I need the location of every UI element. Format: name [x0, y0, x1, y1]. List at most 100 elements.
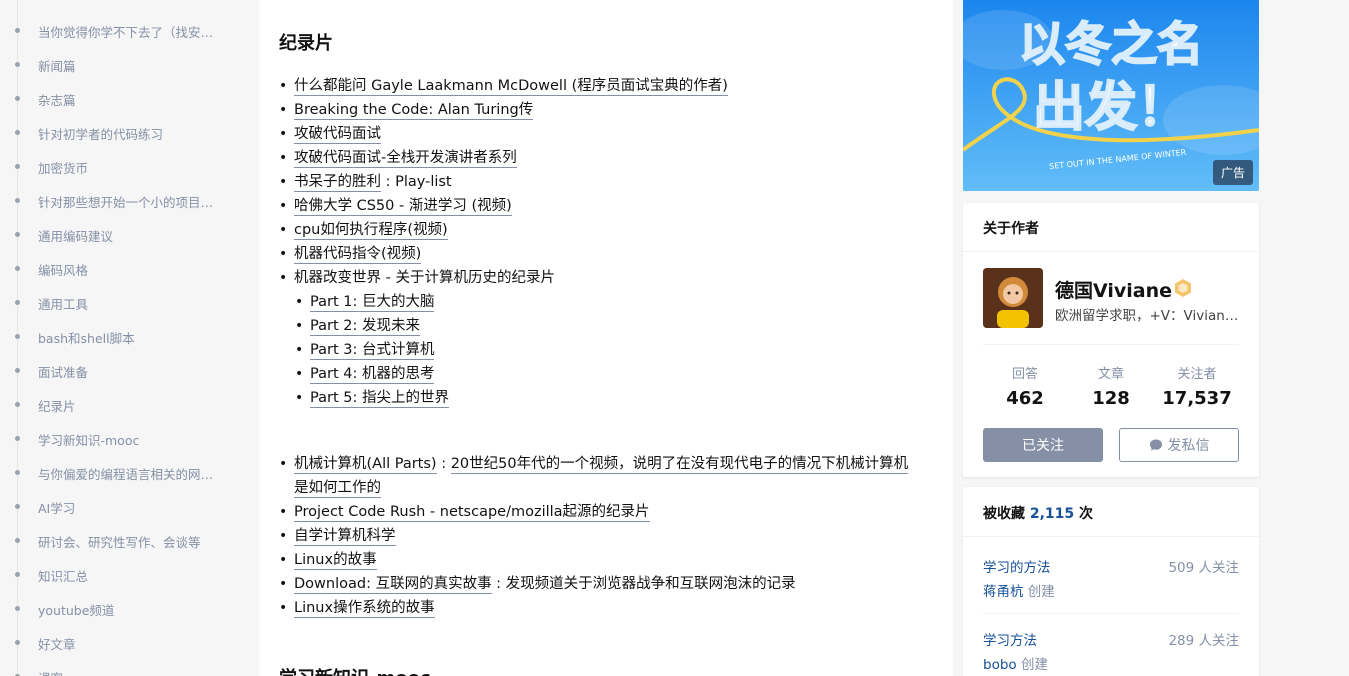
list-item: • Breaking the Code: Alan Turing传 — [279, 102, 534, 120]
avatar[interactable] — [983, 268, 1043, 328]
catalog-item[interactable]: 通用编码建议 — [0, 218, 258, 252]
catalog-item-label: 针对初学者的代码练习 — [38, 126, 164, 142]
list-item: • 哈佛大学 CS50 - 渐进学习 (视频) — [279, 198, 512, 216]
catalog-item-label: 新闻篇 — [38, 58, 76, 74]
catalog-dot-icon — [15, 130, 20, 135]
list-item-link[interactable]: cpu如何执行程序(视频) — [294, 222, 448, 240]
list-item: • 机器代码指令(视频) — [279, 246, 422, 264]
catalog-item[interactable]: 知识汇总 — [0, 558, 258, 592]
catalog-item[interactable]: 纪录片 — [0, 388, 258, 422]
list-item-link[interactable]: Part 1: 巨大的大脑 — [310, 294, 435, 312]
list-item: • cpu如何执行程序(视频) — [279, 222, 448, 240]
divider — [983, 344, 1239, 345]
list-item-link[interactable]: Download: 互联网的真实故事 — [294, 576, 492, 594]
catalog-item[interactable]: bash和shell脚本 — [0, 320, 258, 354]
catalog-dot-icon — [15, 368, 20, 373]
list-item-link[interactable]: 20世纪50年代的一个视频，说明了在没有现代电子的情况下机械计算机 — [450, 456, 909, 474]
list-item-link[interactable]: Project Code Rush - netscape/mozilla起源的纪… — [294, 504, 650, 522]
list-item-link[interactable]: Part 3: 台式计算机 — [310, 342, 435, 360]
advertisement-banner[interactable]: 以冬之名 出发！ SET OUT IN THE NAME OF WINTER 广… — [963, 0, 1259, 191]
catalog-dot-icon — [15, 266, 20, 271]
author-card: 关于作者 德国Viviane 欧洲留学求职，+V：Viviane... 回答 46… — [963, 203, 1259, 477]
catalog-item[interactable]: 通用工具 — [0, 286, 258, 320]
divider — [963, 251, 1259, 252]
list-item: • Project Code Rush - netscape/mozilla起源的… — [279, 504, 650, 522]
catalog-dot-icon — [15, 572, 20, 577]
catalog-dot-icon — [15, 402, 20, 407]
collection-name[interactable]: 学习的方法 — [983, 556, 1051, 576]
list-item-link[interactable]: Breaking the Code: Alan Turing传 — [294, 102, 534, 120]
send-message-label: 发私信 — [1167, 438, 1210, 454]
list-item-link[interactable]: 攻破代码面试 — [294, 126, 381, 144]
ad-headline-2: 出发！ — [1033, 78, 1189, 138]
catalog-item-label: bash和shell脚本 — [38, 330, 135, 346]
list-item-link[interactable]: Part 2: 发现未来 — [310, 318, 420, 336]
stat-value: 128 — [1092, 388, 1130, 409]
followed-button[interactable]: 已关注 — [983, 428, 1103, 462]
catalog-item[interactable]: youtube频道 — [0, 592, 258, 626]
catalog-item[interactable]: AI学习 — [0, 490, 258, 524]
catalog-item-label: AI学习 — [38, 500, 76, 516]
catalog-dot-icon — [15, 164, 20, 169]
author-stat[interactable]: 关注者 17,537 — [1157, 363, 1237, 409]
list-item: • 自学计算机科学 — [279, 528, 396, 546]
stat-label: 文章 — [1097, 367, 1124, 382]
divider — [983, 613, 1239, 614]
catalog-item-label: 加密货币 — [38, 160, 89, 176]
list-item: • 攻破代码面试 — [279, 126, 381, 144]
catalog-item-label: 学习新知识-mooc — [38, 432, 140, 448]
list-item-text: 机器改变世界 - 关于计算机历史的纪录片 — [294, 270, 555, 286]
collection-followers: 509 人关注 — [1168, 560, 1239, 576]
catalog-item[interactable]: 新闻篇 — [0, 48, 258, 82]
send-message-button[interactable]: 发私信 — [1119, 428, 1239, 462]
list-item: • Download: 互联网的真实故事 : 发现频道关于浏览器战争和互联网泡沫的… — [279, 576, 796, 594]
list-item-link[interactable]: 机器代码指令(视频) — [294, 246, 422, 264]
catalog-item-label: 面试准备 — [38, 364, 89, 380]
catalog-item-label: 当你觉得你学不下去了（找安慰... — [38, 24, 222, 40]
collection-name[interactable]: 学习方法 — [983, 629, 1037, 649]
collection-creator: 蒋甬杭 创建 — [983, 584, 1055, 600]
catalog-item[interactable]: 与你偏爱的编程语言相关的网站... — [0, 456, 258, 490]
list-item-link[interactable]: 自学计算机科学 — [294, 528, 396, 546]
catalog-item[interactable]: 编码风格 — [0, 252, 258, 286]
author-stat[interactable]: 文章 128 — [1071, 363, 1151, 409]
list-item-link[interactable]: 什么都能问 Gayle Laakmann McDowell (程序员面试宝典的作… — [294, 78, 728, 96]
article-content: 纪录片 • 什么都能问 Gayle Laakmann McDowell (程序员面… — [259, 0, 953, 676]
ad-headline-1: 以冬之名 — [1019, 17, 1203, 71]
catalog-item-label: 针对那些想开始一个小的项目但... — [38, 194, 222, 210]
catalog-item-label: 好文章 — [38, 636, 76, 652]
catalog-item-label: youtube频道 — [38, 602, 115, 618]
catalog-item[interactable]: 针对初学者的代码练习 — [0, 116, 258, 150]
list-item: • Linux操作系统的故事 — [279, 600, 435, 618]
catalog-item-label: 编码风格 — [38, 262, 89, 278]
catalog-item[interactable]: 课客 — [0, 660, 258, 676]
list-item: • 什么都能问 Gayle Laakmann McDowell (程序员面试宝典的… — [279, 78, 728, 96]
list-item-link[interactable]: Part 4: 机器的思考 — [310, 366, 435, 384]
creator-name[interactable]: bobo — [983, 657, 1017, 673]
author-name[interactable]: 德国Viviane — [1055, 276, 1172, 303]
catalog-item[interactable]: 针对那些想开始一个小的项目但... — [0, 184, 258, 218]
catalog-item[interactable]: 杂志篇 — [0, 82, 258, 116]
message-icon — [1149, 439, 1162, 451]
list-item-link[interactable]: Linux的故事 — [294, 552, 377, 570]
list-item-link[interactable]: Part 5: 指尖上的世界 — [310, 390, 449, 408]
list-item-link[interactable]: 攻破代码面试-全栈开发演讲者系列 — [294, 150, 517, 168]
catalog-item[interactable]: 面试准备 — [0, 354, 258, 388]
catalog-item[interactable]: 学习新知识-mooc — [0, 422, 258, 456]
catalog-item-label: 与你偏爱的编程语言相关的网站... — [38, 466, 222, 482]
catalog-item[interactable]: 加密货币 — [0, 150, 258, 184]
list-item-link[interactable]: Linux操作系统的故事 — [294, 600, 435, 618]
list-item-link[interactable]: 是如何工作的 — [294, 480, 381, 498]
list-item-link[interactable]: 哈佛大学 CS50 - 渐进学习 (视频) — [294, 198, 512, 216]
list-item-link[interactable]: 书呆子的胜利 — [294, 174, 381, 192]
list-item: • 机器改变世界 - 关于计算机历史的纪录片 — [279, 270, 555, 286]
catalog-item[interactable]: 好文章 — [0, 626, 258, 660]
catalog-item[interactable]: 研讨会、研究性写作、会谈等 — [0, 524, 258, 558]
avatar-image — [983, 268, 1043, 328]
list-item: • Linux的故事 — [279, 552, 377, 570]
list-item-link[interactable]: 机械计算机(All Parts) — [294, 456, 437, 474]
catalog-item[interactable]: 当你觉得你学不下去了（找安慰... — [0, 14, 258, 48]
creator-name[interactable]: 蒋甬杭 — [983, 584, 1024, 600]
author-stat[interactable]: 回答 462 — [985, 363, 1065, 409]
catalog-dot-icon — [15, 606, 20, 611]
